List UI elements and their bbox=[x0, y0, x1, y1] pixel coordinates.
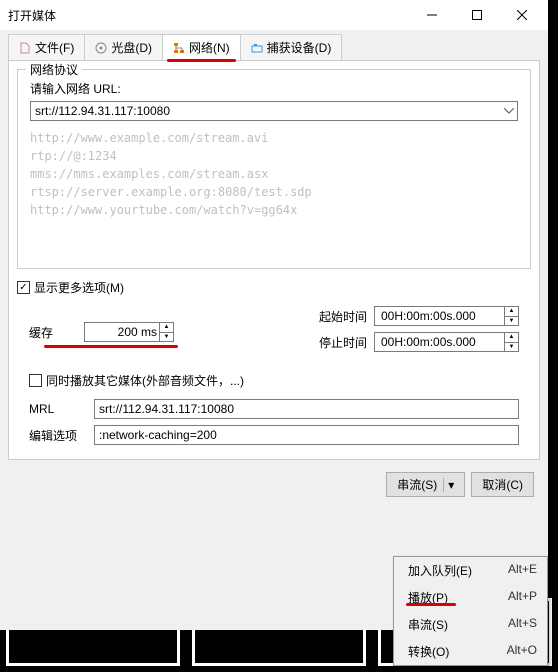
spin-up-icon[interactable]: ▲ bbox=[159, 323, 173, 333]
network-protocol-group: 网络协议 请输入网络 URL: srt://112.94.31.117:1008… bbox=[17, 69, 531, 269]
cache-label: 缓存 bbox=[29, 324, 84, 341]
tab-network[interactable]: 网络(N) bbox=[162, 34, 241, 60]
network-icon bbox=[173, 42, 185, 54]
spin-down-icon[interactable]: ▼ bbox=[159, 333, 173, 342]
url-label: 请输入网络 URL: bbox=[30, 80, 518, 97]
mrl-label: MRL bbox=[29, 402, 94, 416]
edit-options-label: 编辑选项 bbox=[29, 427, 94, 444]
show-more-label: 显示更多选项(M) bbox=[34, 279, 124, 296]
tab-capture[interactable]: 捕获设备(D) bbox=[240, 34, 343, 60]
cancel-button[interactable]: 取消(C) bbox=[471, 472, 534, 497]
spin-down-icon[interactable]: ▼ bbox=[504, 343, 518, 352]
chevron-down-icon[interactable]: ▾ bbox=[443, 478, 454, 492]
menu-item-convert[interactable]: 转换(O) Alt+O bbox=[394, 638, 547, 665]
tabs: 文件(F) 光盘(D) 网络(N) 捕获设备(D) bbox=[8, 34, 540, 60]
tab-file[interactable]: 文件(F) bbox=[8, 34, 85, 60]
tab-capture-label: 捕获设备(D) bbox=[267, 39, 332, 56]
url-examples: http://www.example.com/stream.avi rtp://… bbox=[30, 129, 518, 219]
tab-disc-label: 光盘(D) bbox=[111, 39, 152, 56]
cache-spinner[interactable]: 200 ms ▲▼ bbox=[84, 322, 174, 342]
spin-up-icon[interactable]: ▲ bbox=[504, 333, 518, 343]
tab-disc[interactable]: 光盘(D) bbox=[84, 34, 163, 60]
stream-dropdown-menu: 加入队列(E) Alt+E 播放(P) Alt+P 串流(S) Alt+S 转换… bbox=[393, 556, 548, 666]
tab-network-label: 网络(N) bbox=[189, 39, 230, 56]
group-title: 网络协议 bbox=[26, 61, 82, 78]
stop-time-input[interactable]: 00H:00m:00s.000 ▲▼ bbox=[374, 332, 519, 352]
start-time-input[interactable]: 00H:00m:00s.000 ▲▼ bbox=[374, 306, 519, 326]
mrl-input[interactable]: srt://112.94.31.117:10080 bbox=[94, 399, 519, 419]
sync-media-label: 同时播放其它媒体(外部音频文件，...) bbox=[46, 372, 244, 389]
capture-icon bbox=[251, 42, 263, 54]
stream-button[interactable]: 串流(S) ▾ bbox=[386, 472, 465, 497]
open-media-dialog: 打开媒体 文件(F) 光盘(D) 网络(N) 捕获设备(D) 网络协议 请输入网… bbox=[0, 0, 548, 630]
edit-options-input[interactable]: :network-caching=200 bbox=[94, 425, 519, 445]
spin-up-icon[interactable]: ▲ bbox=[504, 307, 518, 317]
main-panel: 网络协议 请输入网络 URL: srt://112.94.31.117:1008… bbox=[8, 60, 540, 460]
close-button[interactable] bbox=[499, 0, 544, 30]
minimize-button[interactable] bbox=[409, 0, 454, 30]
annotation-underline bbox=[167, 59, 236, 62]
menu-item-stream[interactable]: 串流(S) Alt+S bbox=[394, 611, 547, 638]
menu-item-play[interactable]: 播放(P) Alt+P bbox=[394, 584, 547, 611]
file-icon bbox=[19, 42, 31, 54]
url-input[interactable]: srt://112.94.31.117:10080 bbox=[30, 101, 518, 121]
disc-icon bbox=[95, 42, 107, 54]
stop-time-label: 停止时间 bbox=[319, 334, 374, 351]
titlebar: 打开媒体 bbox=[0, 0, 548, 30]
annotation-underline bbox=[44, 345, 178, 348]
show-more-checkbox[interactable]: ✓ bbox=[17, 281, 30, 294]
spin-down-icon[interactable]: ▼ bbox=[504, 317, 518, 326]
start-time-label: 起始时间 bbox=[319, 308, 374, 325]
sync-media-checkbox[interactable] bbox=[29, 374, 42, 387]
annotation-underline bbox=[406, 603, 456, 606]
chevron-down-icon[interactable] bbox=[504, 108, 514, 114]
maximize-button[interactable] bbox=[454, 0, 499, 30]
tab-file-label: 文件(F) bbox=[35, 39, 74, 56]
window-title: 打开媒体 bbox=[8, 7, 409, 24]
menu-item-enqueue[interactable]: 加入队列(E) Alt+E bbox=[394, 557, 547, 584]
